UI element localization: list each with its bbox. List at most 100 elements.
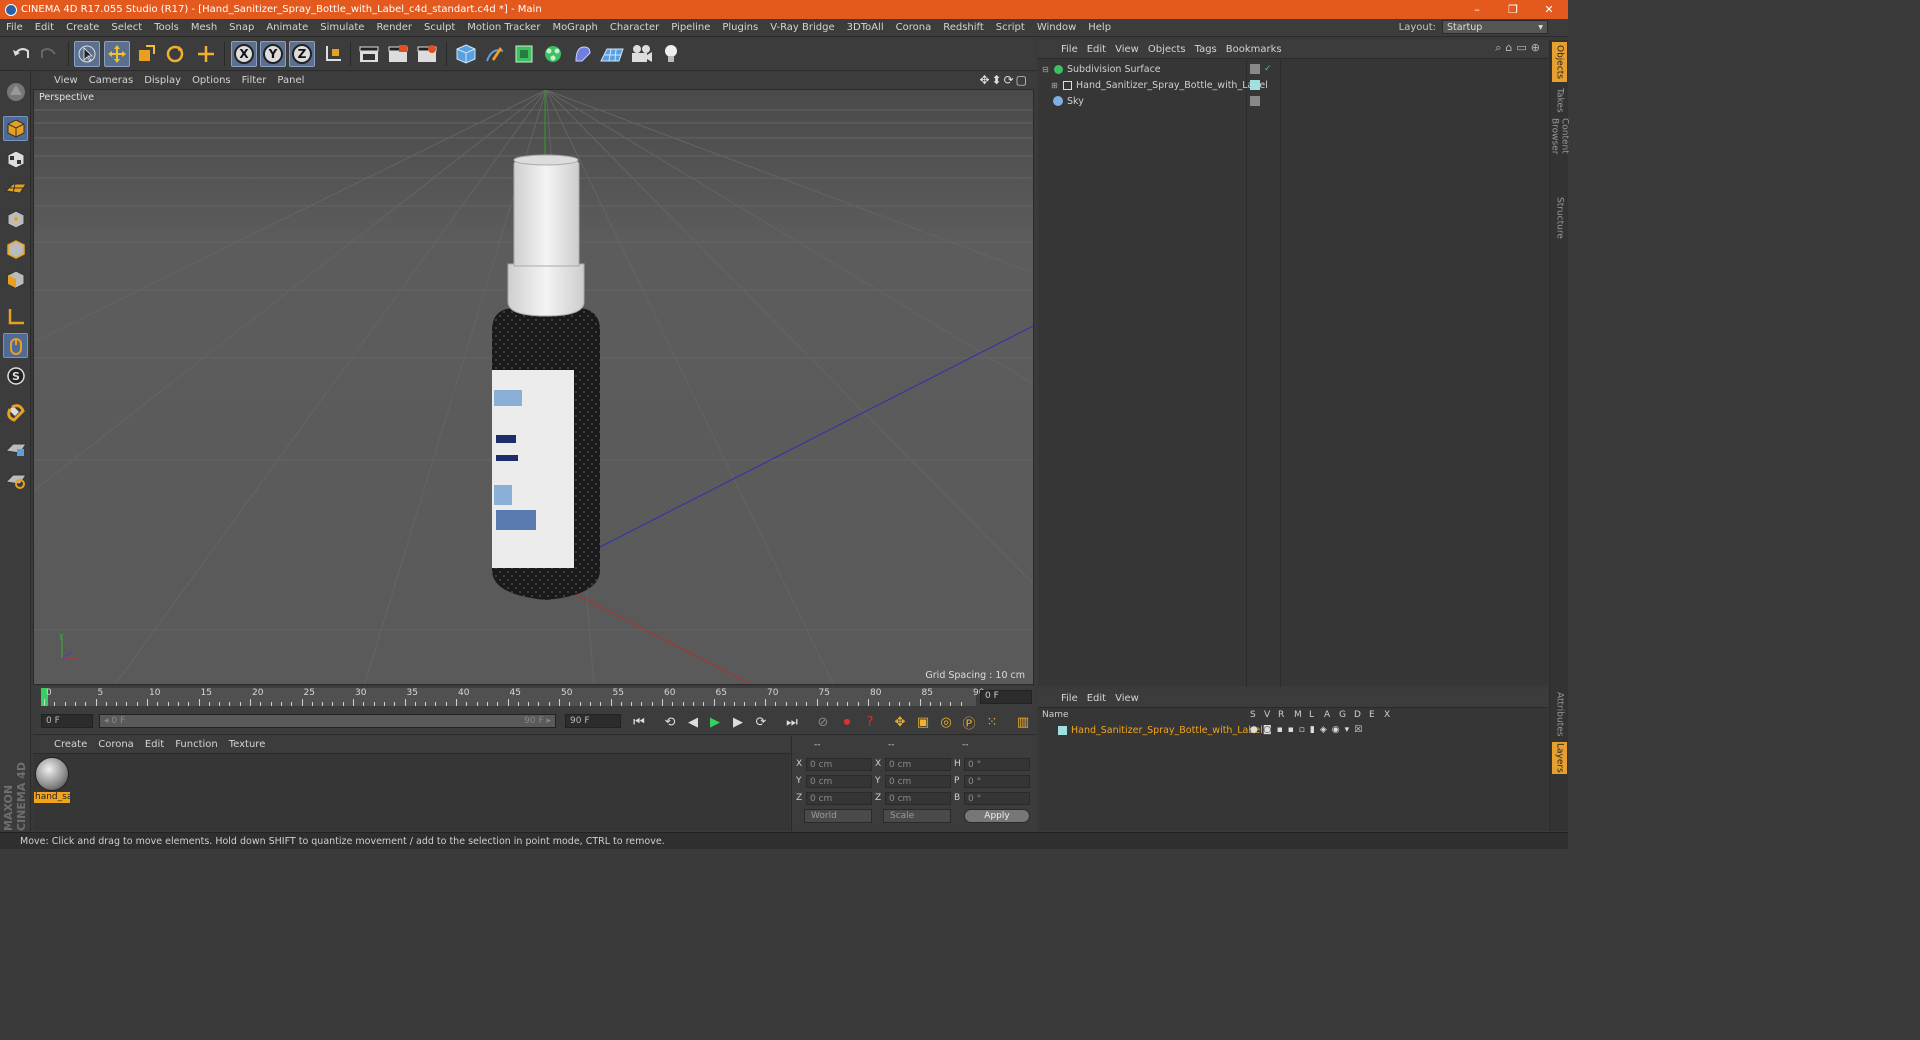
coords-rot-b-field[interactable]: 0 ° xyxy=(964,792,1030,805)
layers-col-solo[interactable]: S xyxy=(1250,710,1256,720)
menu-corona[interactable]: Corona xyxy=(890,22,938,33)
points-mode-button[interactable] xyxy=(3,207,28,232)
menu-pipeline[interactable]: Pipeline xyxy=(665,22,716,33)
key-position-button[interactable]: ✥ xyxy=(890,712,910,732)
layer-toggle-icons[interactable]: ●◙▪▪▫▮◈◉▾☒ xyxy=(1250,725,1367,735)
make-editable-button[interactable] xyxy=(3,79,28,104)
coords-size-x-field[interactable]: 0 cm xyxy=(885,758,951,771)
material-menu-create[interactable]: Create xyxy=(51,739,95,750)
menu-select[interactable]: Select xyxy=(105,22,148,33)
coords-size-y-field[interactable]: 0 cm xyxy=(885,775,951,788)
start-frame-field[interactable]: 0 F xyxy=(41,714,93,728)
objects-menu-tags[interactable]: Tags xyxy=(1192,44,1223,55)
polygons-mode-button[interactable] xyxy=(3,267,28,292)
collapse-icon[interactable]: ⊟ xyxy=(1042,65,1049,74)
coords-rot-p-field[interactable]: 0 ° xyxy=(964,775,1030,788)
coordinate-mode-dropdown[interactable]: World xyxy=(804,809,872,823)
light-button[interactable] xyxy=(658,41,684,67)
viewport-menu-view[interactable]: View xyxy=(51,75,86,86)
coords-pos-x-field[interactable]: 0 cm xyxy=(806,758,872,771)
close-button[interactable]: ✕ xyxy=(1531,0,1567,19)
layout-dropdown[interactable]: Startup ▾ xyxy=(1442,20,1548,34)
tab-structure[interactable]: Structure xyxy=(1552,196,1567,240)
restore-button[interactable]: ❐ xyxy=(1495,0,1531,19)
undo-button[interactable] xyxy=(8,41,34,67)
material-preview-thumbnail[interactable] xyxy=(35,757,69,791)
deformer-button[interactable] xyxy=(570,41,596,67)
viewport-menu-panel[interactable]: Panel xyxy=(274,75,312,86)
material-menu-texture[interactable]: Texture xyxy=(226,739,274,750)
z-axis-button[interactable]: Z xyxy=(289,41,315,67)
play-button[interactable]: ▶ xyxy=(705,712,725,732)
menu-snap[interactable]: Snap xyxy=(223,22,260,33)
go-to-start-button[interactable]: ⏮ xyxy=(629,712,649,732)
keyframe-selection-button[interactable]: ? xyxy=(860,712,880,732)
render-settings-button[interactable] xyxy=(414,41,440,67)
locked-workplane-button[interactable] xyxy=(3,436,28,461)
apply-button[interactable]: Apply xyxy=(964,809,1030,823)
layers-col-deformers[interactable]: D xyxy=(1354,710,1361,720)
record-keys-button[interactable]: ⊘ xyxy=(813,712,833,732)
tab-attributes[interactable]: Attributes xyxy=(1552,690,1567,738)
perspective-viewport[interactable]: y Perspective Grid Spacing : 10 cm xyxy=(33,89,1034,685)
frame-range-slider[interactable]: ◂ 0 F 90 F ▸ xyxy=(99,714,556,728)
y-axis-button[interactable]: Y xyxy=(260,41,286,67)
menu-mograph[interactable]: MoGraph xyxy=(546,22,603,33)
tab-takes[interactable]: Takes xyxy=(1552,86,1567,114)
tab-objects[interactable]: Objects xyxy=(1552,42,1567,82)
layer-color-swatch[interactable] xyxy=(1058,725,1067,735)
object-row-bottle[interactable]: ⊞ Hand_Sanitizer_Spray_Bottle_with_Label xyxy=(1038,77,1548,93)
tab-layers[interactable]: Layers xyxy=(1552,742,1567,774)
tab-content-browser[interactable]: Content Browser xyxy=(1550,118,1570,192)
coords-size-z-field[interactable]: 0 cm xyxy=(885,792,951,805)
layers-col-animation[interactable]: A xyxy=(1324,710,1330,720)
coords-pos-z-field[interactable]: 0 cm xyxy=(806,792,872,805)
layers-menu-view[interactable]: View xyxy=(1112,693,1145,704)
layers-menu-file[interactable]: File xyxy=(1058,693,1084,704)
menu-redshift[interactable]: Redshift xyxy=(937,22,990,33)
menu-mesh[interactable]: Mesh xyxy=(185,22,223,33)
layers-col-expressions[interactable]: E xyxy=(1369,710,1375,720)
objects-menu-bookmarks[interactable]: Bookmarks xyxy=(1223,44,1288,55)
menu-sculpt[interactable]: Sculpt xyxy=(418,22,461,33)
object-row-subdivision-surface[interactable]: ⊟ Subdivision Surface ✓ xyxy=(1038,61,1548,77)
material-menu-corona[interactable]: Corona xyxy=(95,739,142,750)
key-pla-button[interactable]: ⁙ xyxy=(982,712,1002,732)
viewport-navigation-icons[interactable]: ✥⬍⟳▢ xyxy=(979,73,1029,87)
redo-button[interactable] xyxy=(36,41,62,67)
objects-menu-objects[interactable]: Objects xyxy=(1145,44,1192,55)
objects-menu-view[interactable]: View xyxy=(1112,44,1145,55)
objects-menu-edit[interactable]: Edit xyxy=(1084,44,1112,55)
key-parameter-button[interactable]: Ⓟ xyxy=(959,712,979,732)
layer-icon[interactable] xyxy=(1250,96,1260,106)
enabled-check-icon[interactable]: ✓ xyxy=(1264,64,1272,74)
next-frame-button[interactable]: ▶ xyxy=(728,712,748,732)
menu-create[interactable]: Create xyxy=(60,22,105,33)
autokey-button[interactable]: ⏺ xyxy=(837,712,857,732)
cube-object-button[interactable] xyxy=(453,41,479,67)
x-axis-button[interactable]: X xyxy=(231,41,257,67)
go-to-end-button[interactable]: ⏭ xyxy=(782,712,802,732)
move-tool-button[interactable] xyxy=(104,41,130,67)
subdivision-surface-button[interactable] xyxy=(511,41,537,67)
menu-render[interactable]: Render xyxy=(370,22,418,33)
layers-col-locked[interactable]: L xyxy=(1309,710,1314,720)
texture-mode-button[interactable] xyxy=(3,147,28,172)
coordinate-system-button[interactable] xyxy=(320,41,346,67)
menu-animate[interactable]: Animate xyxy=(260,22,314,33)
menu-character[interactable]: Character xyxy=(604,22,665,33)
layers-col-render[interactable]: R xyxy=(1278,710,1284,720)
menu-vray-bridge[interactable]: V-Ray Bridge xyxy=(764,22,840,33)
viewport-menu-display[interactable]: Display xyxy=(141,75,189,86)
layer-color-icon[interactable] xyxy=(1250,80,1260,90)
viewport-menu-cameras[interactable]: Cameras xyxy=(86,75,141,86)
object-row-sky[interactable]: Sky xyxy=(1038,93,1548,109)
viewport-menu-options[interactable]: Options xyxy=(189,75,239,86)
objects-menu-file[interactable]: File xyxy=(1058,44,1084,55)
layers-col-view[interactable]: V xyxy=(1264,710,1270,720)
menu-edit[interactable]: Edit xyxy=(29,22,60,33)
previous-frame-button[interactable]: ◀ xyxy=(683,712,703,732)
material-menu-edit[interactable]: Edit xyxy=(142,739,172,750)
layers-col-manager[interactable]: M xyxy=(1294,710,1302,720)
tweak-mode-button[interactable] xyxy=(3,333,28,358)
